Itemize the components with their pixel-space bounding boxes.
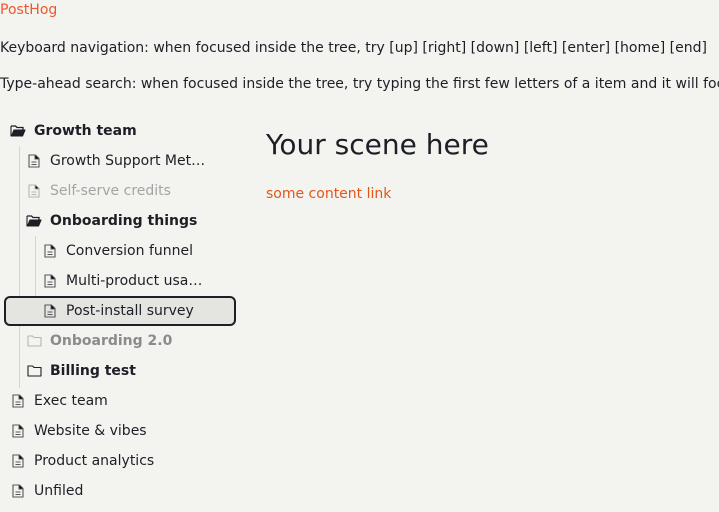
tree-item-label: Growth Support Met… — [50, 153, 206, 169]
app-root: PostHog Keyboard navigation: when focuse… — [0, 0, 719, 512]
tree-item-label: Billing test — [50, 363, 136, 379]
tree-item-multi-product[interactable]: Multi-product usa… — [4, 266, 236, 296]
document-icon — [10, 393, 26, 409]
document-icon — [26, 183, 42, 199]
folder-icon — [26, 333, 42, 349]
posthog-link[interactable]: PostHog — [0, 2, 57, 18]
tree-item-label: Growth team — [34, 123, 137, 139]
tree-item-label: Onboarding 2.0 — [50, 333, 173, 349]
tree-item-label: Multi-product usa… — [66, 273, 203, 289]
content-link[interactable]: some content link — [266, 186, 391, 202]
scene-title: Your scene here — [266, 128, 489, 161]
typeahead-help-text: Type-ahead search: when focused inside t… — [0, 76, 719, 92]
document-icon — [42, 303, 58, 319]
document-icon — [10, 453, 26, 469]
tree-item-post-install-survey[interactable]: Post-install survey — [4, 296, 236, 326]
document-icon — [26, 153, 42, 169]
tree-item-label: Unfiled — [34, 483, 84, 499]
keyboard-help-text: Keyboard navigation: when focused inside… — [0, 40, 707, 56]
tree-item-billing-test[interactable]: Billing test — [4, 356, 236, 386]
tree-item-label: Post-install survey — [66, 303, 194, 319]
document-icon — [10, 483, 26, 499]
tree-item-label: Self-serve credits — [50, 183, 171, 199]
file-tree: Growth team Growth Support Met… Self-ser… — [4, 116, 236, 506]
scene-panel: Your scene here some content link — [266, 128, 489, 202]
tree-item-exec-team[interactable]: Exec team — [4, 386, 236, 416]
folder-open-icon — [10, 123, 26, 139]
document-icon — [10, 423, 26, 439]
tree-item-onboarding-things[interactable]: Onboarding things — [4, 206, 236, 236]
tree-item-label: Conversion funnel — [66, 243, 193, 259]
tree-item-label: Product analytics — [34, 453, 155, 469]
tree-item-growth-team[interactable]: Growth team — [4, 116, 236, 146]
tree-item-self-serve-credits[interactable]: Self-serve credits — [4, 176, 236, 206]
folder-icon — [26, 363, 42, 379]
tree-item-label: Website & vibes — [34, 423, 147, 439]
tree-item-product-analytics[interactable]: Product analytics — [4, 446, 236, 476]
tree-item-label: Onboarding things — [50, 213, 198, 229]
tree-item-label: Exec team — [34, 393, 108, 409]
document-icon — [42, 243, 58, 259]
document-icon — [42, 273, 58, 289]
tree-item-website-vibes[interactable]: Website & vibes — [4, 416, 236, 446]
tree-item-unfiled[interactable]: Unfiled — [4, 476, 236, 506]
tree-item-conversion-funnel[interactable]: Conversion funnel — [4, 236, 236, 266]
tree-item-onboarding-2[interactable]: Onboarding 2.0 — [4, 326, 236, 356]
folder-open-icon — [26, 213, 42, 229]
tree-item-growth-support[interactable]: Growth Support Met… — [4, 146, 236, 176]
